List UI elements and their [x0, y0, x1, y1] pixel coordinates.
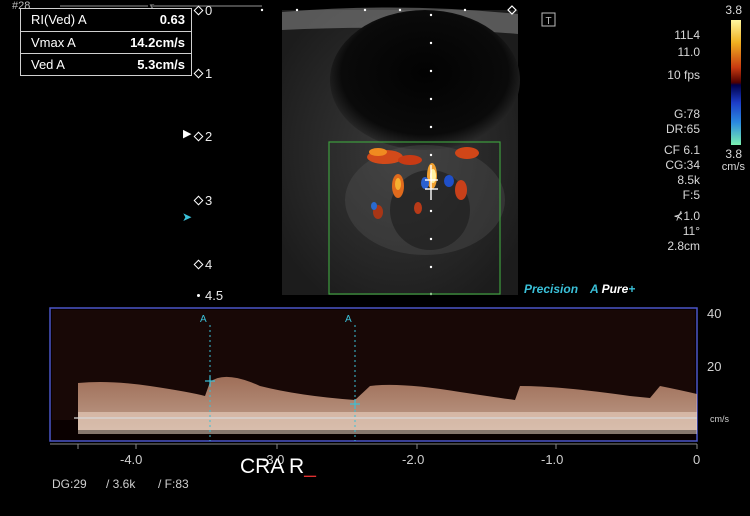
steer-angle: 11° [682, 224, 700, 238]
marker-label: A [345, 314, 352, 325]
dynamic-range: DR:65 [665, 122, 700, 136]
apure-plus: + [628, 282, 636, 296]
t-marker-icon: T [541, 12, 556, 27]
color-scale-bottom-label: 3.8 [725, 147, 742, 161]
time-tick: -1.0 [541, 452, 564, 467]
color-filter: F:5 [682, 188, 700, 202]
angle-icon: ⊀ [673, 209, 684, 223]
apure-logo: A Pure+ [590, 282, 635, 296]
gain-value: G:78 [673, 107, 700, 121]
svg-text:T: T [545, 16, 551, 27]
annotation-label: CRA R [240, 455, 305, 478]
color-depth: 2.8cm [667, 239, 700, 253]
doppler-filter: / F:83 [158, 477, 189, 491]
velocity-tick: 20 [707, 359, 722, 374]
time-tick: -2.0 [402, 452, 425, 467]
annotation-text[interactable]: CRA R_ [240, 455, 316, 479]
frame-rate: 10 fps [667, 68, 700, 82]
apure-word: Pure [601, 282, 629, 296]
color-prf: 8.5k [677, 173, 700, 187]
color-scale-unit: cm/s [721, 161, 745, 173]
globe-shadow [330, 10, 520, 150]
apure-a: A [590, 282, 599, 296]
spectral-doppler[interactable] [0, 300, 750, 470]
time-tick: 0 [693, 452, 701, 467]
velocity-tick: 40 [707, 306, 722, 321]
color-gain: CG:34 [665, 158, 700, 172]
marker-label: A [200, 314, 207, 325]
doppler-prf: / 3.6k [106, 477, 136, 491]
probe-frequency: 11.0 [677, 45, 700, 59]
angle-correction-value: 1.0 [683, 209, 700, 223]
angle-row: ⊀1.0 [620, 209, 700, 223]
velocity-unit: cm/s [710, 414, 729, 424]
text-cursor: _ [304, 455, 316, 478]
time-tick: -4.0 [120, 452, 143, 467]
color-scale-bar [731, 20, 741, 145]
probe-name: 11L4 [674, 28, 700, 42]
time-axis [50, 443, 698, 449]
doppler-gain: DG:29 [52, 477, 87, 491]
color-scale-top-label: 3.8 [725, 3, 742, 17]
precision-logo: Precision [524, 282, 579, 296]
color-frequency: CF 6.1 [663, 143, 700, 157]
